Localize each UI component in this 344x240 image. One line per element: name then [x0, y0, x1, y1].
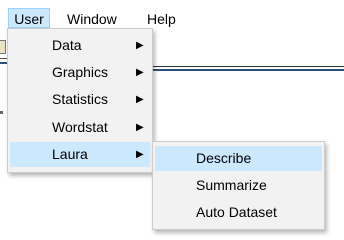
menu-user[interactable]: User: [8, 8, 50, 28]
menu-item-laura[interactable]: Laura ▶: [10, 142, 150, 167]
menu-item-label: Wordstat: [52, 119, 108, 135]
menu-item-label: Data: [52, 37, 82, 53]
submenu-arrow-icon: ▶: [136, 67, 144, 78]
submenu-item-describe[interactable]: Describe: [155, 146, 322, 171]
menu-item-label: Graphics: [52, 64, 109, 80]
submenu-item-label: Describe: [196, 150, 252, 166]
submenu-arrow-icon: ▶: [136, 149, 144, 160]
user-dropdown-menu: Data ▶ Graphics ▶ Statistics ▶ Wordstat …: [7, 28, 153, 173]
menu-item-data[interactable]: Data ▶: [10, 33, 150, 58]
menu-item-wordstat[interactable]: Wordstat ▶: [10, 115, 150, 140]
submenu-arrow-icon: ▶: [136, 40, 144, 51]
divider: [152, 66, 344, 67]
menu-item-label: Statistics: [52, 91, 109, 107]
submenu-item-auto-dataset[interactable]: Auto Dataset: [155, 200, 322, 225]
submenu-item-label: Auto Dataset: [196, 204, 277, 220]
divider: [152, 69, 344, 71]
menu-help[interactable]: Help: [147, 10, 176, 28]
submenu-arrow-icon: ▶: [136, 94, 144, 105]
menu-item-graphics[interactable]: Graphics ▶: [10, 60, 150, 85]
background-mark: [0, 111, 3, 114]
app-toolbar-icon[interactable]: [0, 40, 6, 54]
menu-window[interactable]: Window: [67, 10, 117, 28]
menu-bar: User Window Help: [0, 0, 344, 28]
submenu-item-label: Summarize: [196, 177, 267, 193]
laura-submenu: Describe Summarize Auto Dataset: [152, 141, 325, 230]
submenu-arrow-icon: ▶: [136, 122, 144, 133]
menu-item-label: Laura: [52, 146, 88, 162]
menu-item-statistics[interactable]: Statistics ▶: [10, 87, 150, 112]
submenu-item-summarize[interactable]: Summarize: [155, 173, 322, 198]
